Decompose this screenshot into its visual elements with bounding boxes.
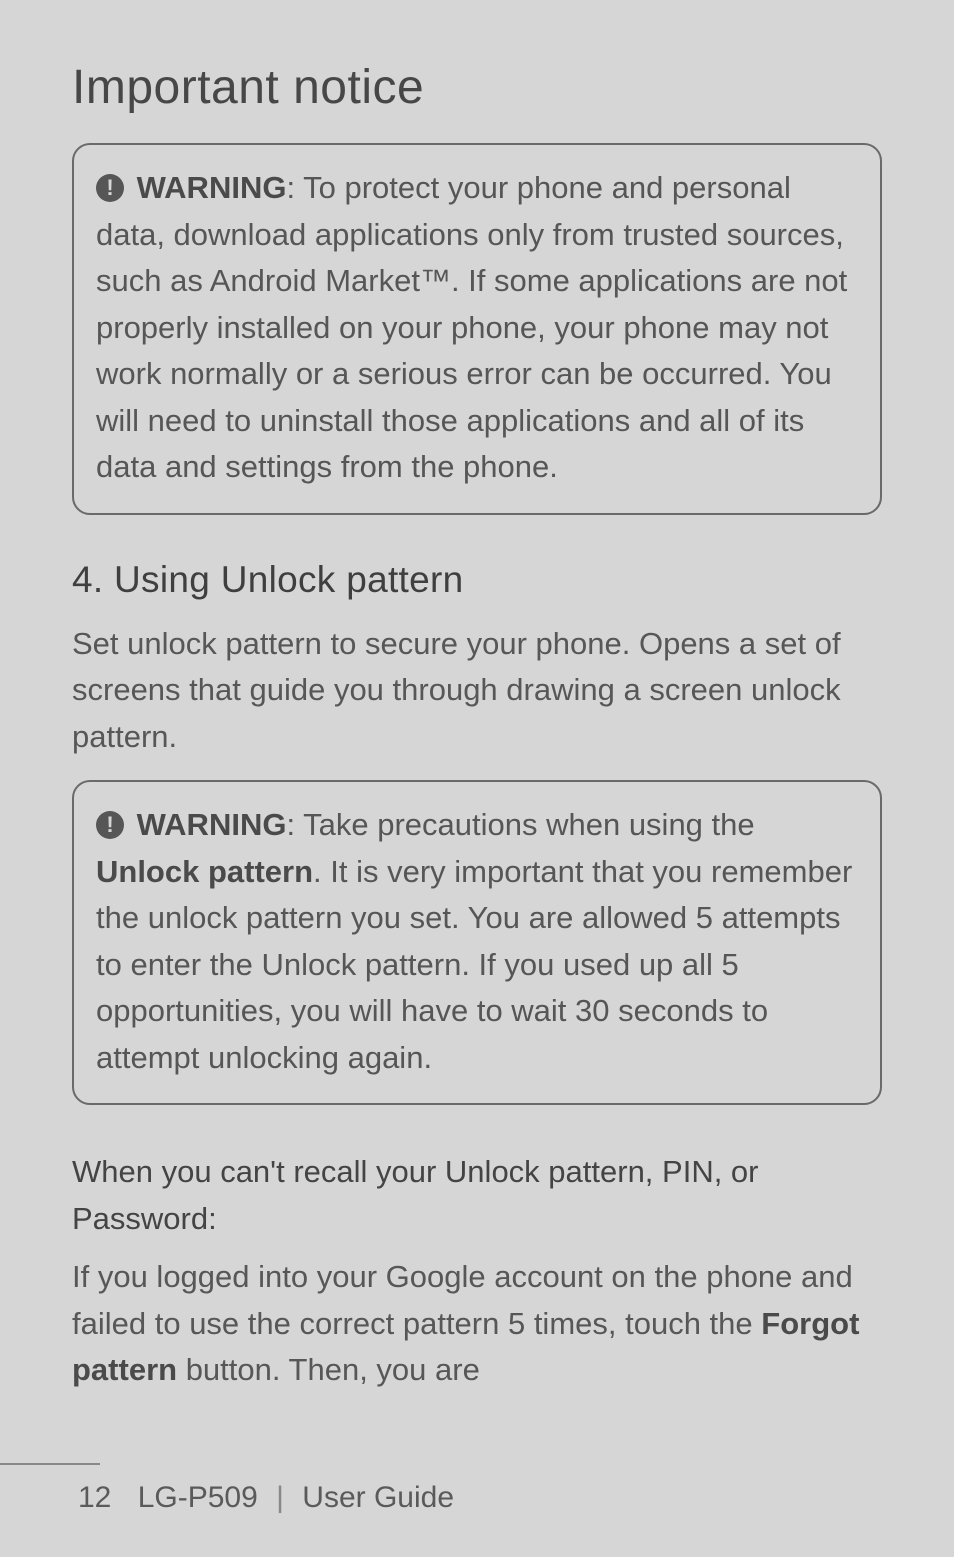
warning-label: WARNING	[137, 170, 287, 205]
section-heading-unlock: 4. Using Unlock pattern	[72, 559, 882, 601]
sub-heading-recall: When you can't recall your Unlock patter…	[72, 1149, 882, 1242]
footer-divider	[0, 1463, 100, 1465]
footer-separator: |	[276, 1481, 284, 1514]
page-footer: 12 LG-P509 | User Guide	[0, 1481, 954, 1515]
page-number: 12	[78, 1481, 111, 1514]
warning-text: : To protect your phone and personal dat…	[96, 170, 847, 484]
warning-icon: !	[96, 174, 124, 202]
warning-label: WARNING	[137, 807, 287, 842]
recall-pre: If you logged into your Google account o…	[72, 1259, 853, 1341]
recall-post: button. Then, you are	[177, 1352, 480, 1387]
footer-doctype: User Guide	[302, 1481, 454, 1514]
warning-text-pre: : Take precautions when using the	[286, 807, 754, 842]
recall-text: If you logged into your Google account o…	[72, 1254, 882, 1394]
warning-box-apps: ! WARNING: To protect your phone and per…	[72, 143, 882, 515]
warning-box-unlock: ! WARNING: Take precautions when using t…	[72, 780, 882, 1105]
section-intro-text: Set unlock pattern to secure your phone.…	[72, 621, 882, 761]
page-title: Important notice	[72, 60, 882, 115]
footer-product: LG-P509	[138, 1481, 258, 1514]
warning-icon: !	[96, 811, 124, 839]
warning-bold-term: Unlock pattern	[96, 854, 313, 889]
